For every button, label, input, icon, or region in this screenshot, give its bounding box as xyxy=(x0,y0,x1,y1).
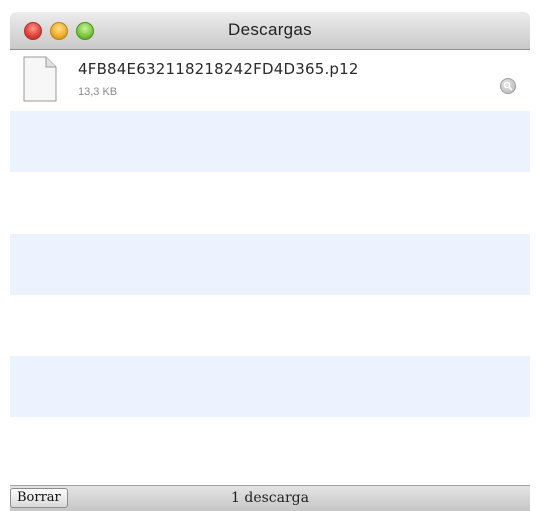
document-icon xyxy=(22,56,58,102)
list-row-background xyxy=(10,234,530,295)
downloads-list[interactable]: 4FB84E632118218242FD4D365.p12 13,3 KB xyxy=(10,50,530,485)
list-row-background xyxy=(10,295,530,356)
list-row-background xyxy=(10,356,530,417)
window-title: Descargas xyxy=(228,20,312,39)
file-name: 4FB84E632118218242FD4D365.p12 xyxy=(78,60,359,78)
title-bar[interactable]: Descargas xyxy=(10,12,530,50)
file-size: 13,3 KB xyxy=(78,86,118,98)
list-row-background xyxy=(10,172,530,233)
magnifier-icon[interactable] xyxy=(500,78,516,94)
list-row-background xyxy=(10,417,530,478)
download-item[interactable]: 4FB84E632118218242FD4D365.p12 13,3 KB xyxy=(10,50,530,111)
bottom-bar: Borrar 1 descarga xyxy=(10,485,530,511)
list-row-background xyxy=(10,111,530,172)
download-count-status: 1 descarga xyxy=(231,490,309,506)
downloads-window: Descargas 4FB84E632118218242FD4D365.p12 … xyxy=(0,0,536,511)
